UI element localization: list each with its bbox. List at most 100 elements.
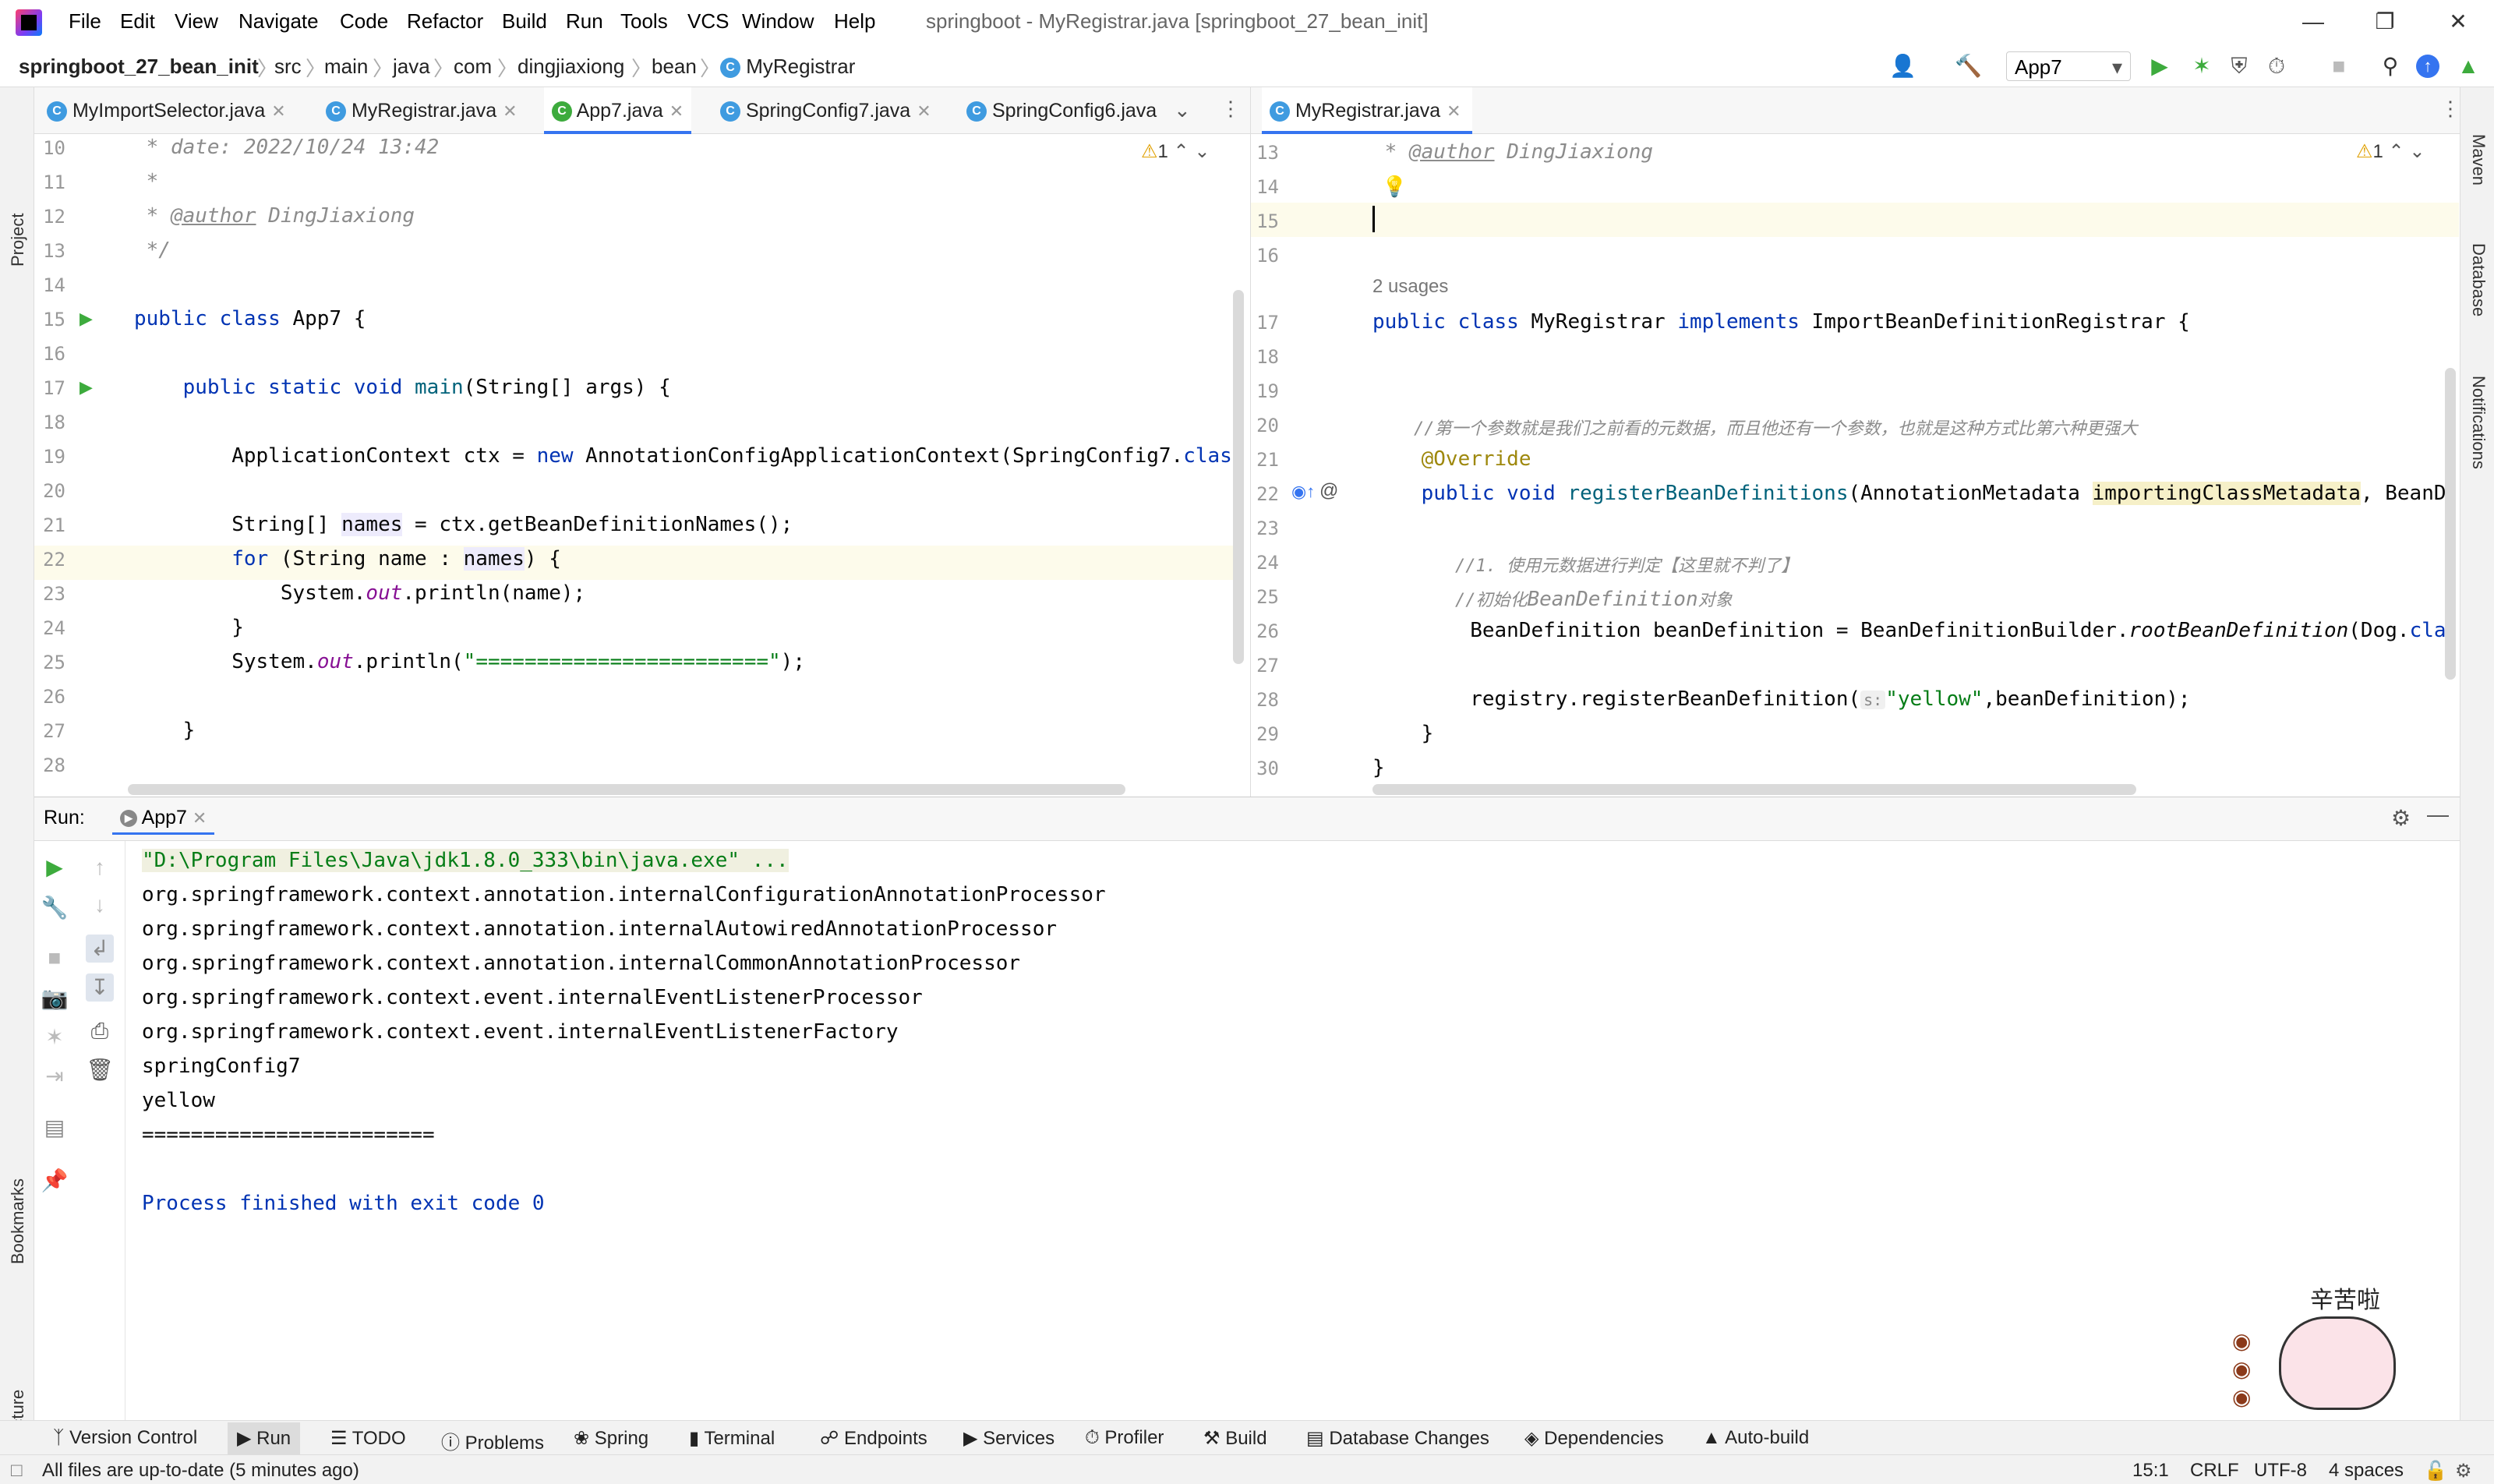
breadcrumb-dingjiaxiong[interactable]: dingjiaxiong <box>518 55 624 79</box>
user-icon[interactable]: 👤 <box>1889 53 1916 80</box>
tool-terminal[interactable]: ▮ Terminal <box>689 1427 775 1450</box>
camera-icon[interactable]: 📷 <box>41 984 69 1012</box>
tool-endpoints[interactable]: ☍ Endpoints <box>820 1427 927 1450</box>
soft-wrap-icon[interactable]: ↲ <box>86 935 114 963</box>
menu-file[interactable]: File <box>69 9 101 34</box>
stop-icon[interactable]: ■ <box>2326 53 2352 80</box>
menu-vcs[interactable]: VCS <box>687 9 729 34</box>
tool-profiler[interactable]: ⏱ Profiler <box>1085 1427 1164 1449</box>
tab-app7[interactable]: C App7.java ✕ <box>544 87 692 134</box>
tab-myregistrar-left[interactable]: C MyRegistrar.java ✕ <box>326 87 518 134</box>
breadcrumb-src[interactable]: src <box>274 55 302 79</box>
close-window-button[interactable]: ✕ <box>2435 6 2482 37</box>
trash-icon[interactable]: 🗑 <box>86 1056 114 1084</box>
tool-run[interactable]: ▶ Run <box>228 1422 301 1454</box>
tool-version-control[interactable]: ᛉ Version Control <box>53 1427 197 1449</box>
database-tool-button[interactable]: Database <box>2468 243 2489 316</box>
tool-spring[interactable]: ❀ Spring <box>574 1427 648 1450</box>
indent-setting[interactable]: 4 spaces <box>2329 1460 2404 1482</box>
tool-todo[interactable]: ☰ TODO <box>330 1427 406 1450</box>
breadcrumb-bean[interactable]: bean <box>652 55 697 79</box>
print-icon[interactable]: ⎙ <box>86 1017 114 1045</box>
horizontal-scrollbar[interactable] <box>128 784 1125 795</box>
tool-database-changes[interactable]: ▤ Database Changes <box>1306 1427 1489 1450</box>
warning-indicator[interactable]: ⚠1 ⌃ ⌄ <box>2356 140 2425 163</box>
search-icon[interactable]: ⚲ <box>2377 53 2404 80</box>
breadcrumb-com[interactable]: com <box>454 55 492 79</box>
run-gutter-icon[interactable]: ▶ <box>79 377 93 398</box>
breadcrumb-java[interactable]: java <box>393 55 430 79</box>
tool-dependencies[interactable]: ◈ Dependencies <box>1524 1427 1664 1450</box>
tool-services[interactable]: ▶ Services <box>963 1427 1054 1450</box>
exit-icon[interactable]: ⇥ <box>41 1062 69 1090</box>
status-checkbox-icon[interactable]: □ <box>11 1460 23 1482</box>
minimize-button[interactable]: — <box>2290 6 2337 37</box>
restore-button[interactable]: ❐ <box>2362 6 2408 37</box>
plugin-icon[interactable]: ▲ <box>2455 53 2482 80</box>
tool-auto-build[interactable]: ▲ Auto-build <box>1702 1427 1809 1449</box>
debug-icon[interactable]: ✶ <box>2188 53 2215 80</box>
menu-build[interactable]: Build <box>502 9 547 34</box>
tool-build[interactable]: ⚒ Build <box>1203 1427 1267 1450</box>
bookmarks-tool-button[interactable]: Bookmarks <box>8 1178 28 1264</box>
menu-refactor[interactable]: Refactor <box>407 9 483 34</box>
down-arrow-icon[interactable]: ↓ <box>86 891 114 919</box>
menu-edit[interactable]: Edit <box>120 9 155 34</box>
debug-bug-icon[interactable]: ✶ <box>41 1023 69 1051</box>
notification-icon[interactable]: ⚙ <box>2455 1460 2472 1482</box>
horizontal-scrollbar[interactable] <box>1372 784 2136 795</box>
rerun-icon[interactable]: ▶ <box>41 853 69 882</box>
tab-springconfig7[interactable]: C SpringConfig7.java ✕ <box>720 87 931 134</box>
run-icon[interactable]: ▶ <box>2146 53 2173 80</box>
profile-icon[interactable]: ⏱ <box>2263 53 2290 80</box>
caret-position[interactable]: 15:1 <box>2132 1460 2169 1482</box>
maven-tool-button[interactable]: Maven <box>2468 134 2489 186</box>
menu-view[interactable]: View <box>175 9 218 34</box>
close-tab-icon[interactable]: ✕ <box>1447 101 1461 121</box>
tab-list-chevron-icon[interactable]: ⌄ <box>1174 98 1191 122</box>
settings-gear-icon[interactable]: ⚙ <box>2391 805 2411 831</box>
breadcrumb-project[interactable]: springboot_27_bean_init <box>19 55 259 79</box>
tab-myregistrar-right[interactable]: C MyRegistrar.java ✕ <box>1262 87 1472 134</box>
up-arrow-icon[interactable]: ↑ <box>86 853 114 882</box>
close-tab-icon[interactable]: ✕ <box>271 101 285 121</box>
breadcrumb-myregistrar[interactable]: C MyRegistrar <box>720 55 855 79</box>
menu-help[interactable]: Help <box>834 9 875 34</box>
menu-run[interactable]: Run <box>566 9 603 34</box>
lock-icon[interactable]: 🔓 <box>2424 1460 2447 1482</box>
breadcrumb-main[interactable]: main <box>324 55 368 79</box>
left-code-editor[interactable]: 10 11 12 13 14 15 16 17 18 19 20 21 22 2… <box>34 134 1250 797</box>
vertical-scrollbar[interactable] <box>1233 290 1244 664</box>
menu-navigate[interactable]: Navigate <box>238 9 319 34</box>
more-options-icon[interactable]: ⋮ <box>1221 97 1241 121</box>
close-tab-icon[interactable]: ✕ <box>917 101 931 121</box>
menu-code[interactable]: Code <box>340 9 388 34</box>
notifications-tool-button[interactable]: Notifications <box>2468 376 2489 469</box>
stop-icon[interactable]: ■ <box>41 944 69 972</box>
run-configuration-select[interactable]: App7 ▾ <box>2006 51 2131 81</box>
run-tab-app7[interactable]: ▶ App7 ✕ <box>112 804 215 835</box>
pin-icon[interactable]: 📌 <box>41 1167 69 1195</box>
close-tab-icon[interactable]: ✕ <box>503 101 517 121</box>
file-encoding[interactable]: UTF-8 <box>2254 1460 2307 1482</box>
line-separator[interactable]: CRLF <box>2190 1460 2239 1482</box>
warning-indicator[interactable]: ⚠1 ⌃ ⌄ <box>1141 140 1210 163</box>
tab-myimportselector[interactable]: C MyImportSelector.java ✕ <box>47 87 286 134</box>
build-hammer-icon[interactable]: 🔨 <box>1955 53 1982 80</box>
close-tab-icon[interactable]: ✕ <box>193 808 207 828</box>
menu-tools[interactable]: Tools <box>620 9 668 34</box>
implements-gutter-icon[interactable]: ◉↑ <box>1291 482 1315 502</box>
tab-springconfig6[interactable]: C SpringConfig6.java <box>966 87 1157 134</box>
project-tool-button[interactable]: Project <box>8 214 28 267</box>
coverage-icon[interactable]: ⛨ <box>2226 53 2252 80</box>
more-options-icon[interactable]: ⋮ <box>2440 97 2460 121</box>
hide-panel-icon[interactable]: — <box>2427 802 2449 827</box>
tool-problems[interactable]: ⓘ Problems <box>441 1427 544 1454</box>
layout-icon[interactable]: ▤ <box>41 1114 69 1142</box>
modify-config-icon[interactable]: 🔧 <box>41 894 69 922</box>
vertical-scrollbar[interactable] <box>2445 368 2456 680</box>
update-icon[interactable]: ↑ <box>2416 55 2439 78</box>
menu-window[interactable]: Window <box>742 9 814 34</box>
lightbulb-icon[interactable]: 💡 <box>1382 175 1407 199</box>
run-gutter-icon[interactable]: ▶ <box>79 309 93 329</box>
